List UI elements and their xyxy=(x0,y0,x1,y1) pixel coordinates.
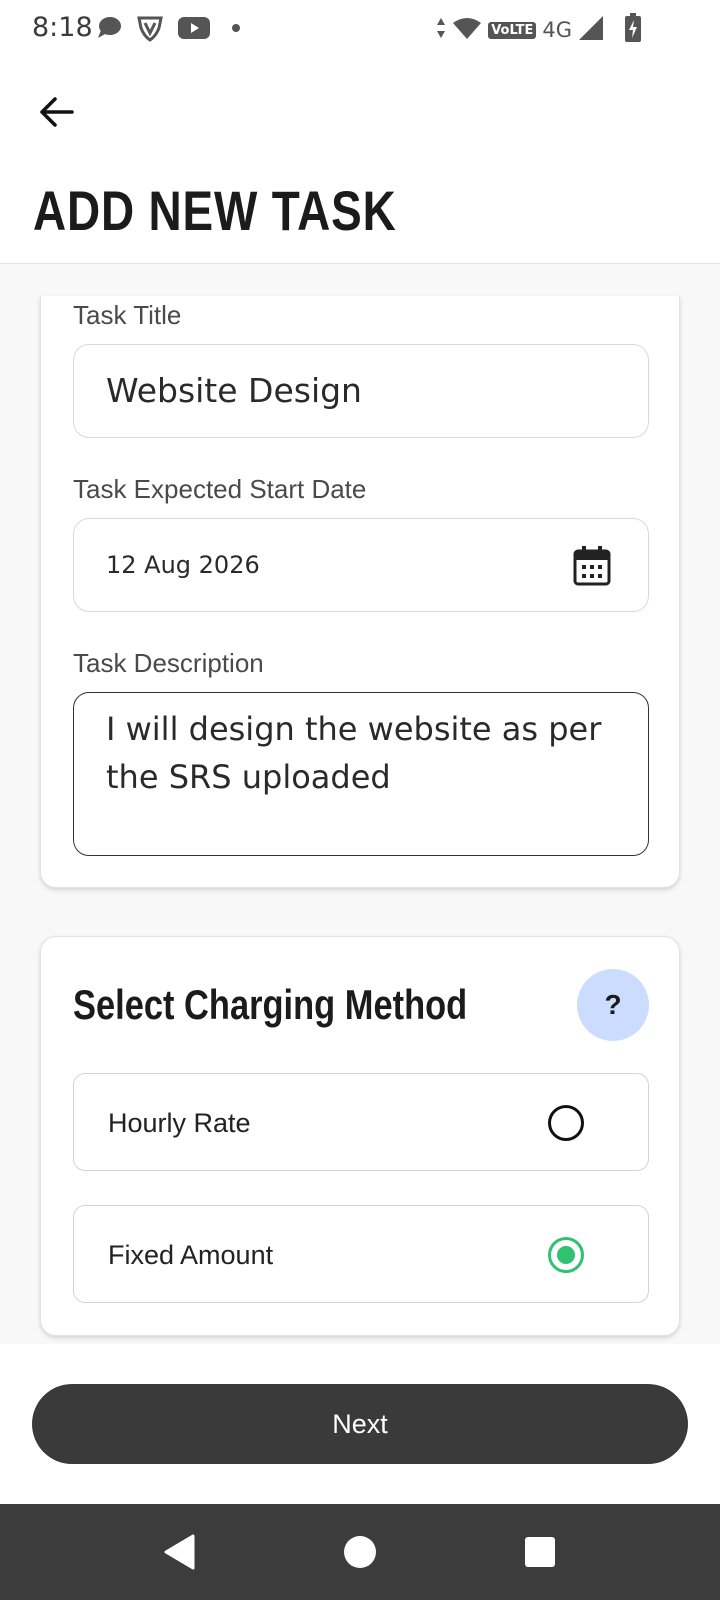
back-button[interactable] xyxy=(34,92,78,136)
task-title-input[interactable]: Website Design xyxy=(73,344,649,438)
system-nav-bar xyxy=(0,1504,720,1600)
chat-bubble-icon xyxy=(96,16,122,45)
arrow-left-icon xyxy=(38,96,74,133)
radio-hourly-rate[interactable] xyxy=(548,1105,584,1141)
charging-method-title: Select Charging Method xyxy=(73,981,468,1028)
radio-fixed-amount[interactable] xyxy=(548,1237,584,1273)
status-system-icons: VoLTE 4G xyxy=(436,12,642,48)
vpn-shield-icon xyxy=(136,14,164,47)
start-date-input[interactable]: 12 Aug 2026 xyxy=(73,518,649,612)
app-header: ADD NEW TASK xyxy=(0,60,720,264)
start-date-value: 12 Aug 2026 xyxy=(106,551,260,579)
nav-home-icon[interactable] xyxy=(340,1532,380,1572)
task-title-value: Website Design xyxy=(106,371,362,410)
youtube-icon xyxy=(178,16,210,45)
description-value: I will design the website as per the SRS… xyxy=(106,710,602,796)
option-fixed-amount[interactable]: Fixed Amount xyxy=(73,1205,649,1303)
dot-icon xyxy=(224,16,248,45)
description-textarea[interactable]: I will design the website as per the SRS… xyxy=(73,692,649,856)
option-hourly-rate[interactable]: Hourly Rate xyxy=(73,1073,649,1171)
task-title-label: Task Title xyxy=(73,300,182,330)
charging-method-card: Select Charging Method ? Hourly Rate Fix… xyxy=(40,936,680,1336)
task-details-card: Task Title Website Design Task Expected … xyxy=(40,296,680,888)
status-bar: 8:18 VoLTE 4G xyxy=(0,0,720,60)
option-fixed-amount-label: Fixed Amount xyxy=(108,1240,274,1270)
signal-icon xyxy=(578,15,604,46)
description-label: Task Description xyxy=(73,648,264,678)
page-title: ADD NEW TASK xyxy=(33,179,397,242)
footer: Next xyxy=(0,1344,720,1504)
calendar-icon[interactable] xyxy=(572,545,612,592)
option-hourly-rate-label: Hourly Rate xyxy=(108,1108,251,1138)
nav-back-icon[interactable] xyxy=(160,1532,200,1572)
nav-recents-icon[interactable] xyxy=(520,1532,560,1572)
wifi-icon xyxy=(452,16,482,45)
next-button[interactable]: Next xyxy=(32,1384,688,1464)
volte-badge: VoLTE xyxy=(488,21,537,39)
data-arrows-icon xyxy=(436,16,446,45)
start-date-label: Task Expected Start Date xyxy=(73,474,367,504)
battery-charging-icon xyxy=(624,12,642,48)
help-button[interactable]: ? xyxy=(577,969,649,1041)
status-notification-icons xyxy=(96,14,248,46)
status-time: 8:18 xyxy=(32,12,93,43)
network-type-label: 4G xyxy=(542,18,572,42)
